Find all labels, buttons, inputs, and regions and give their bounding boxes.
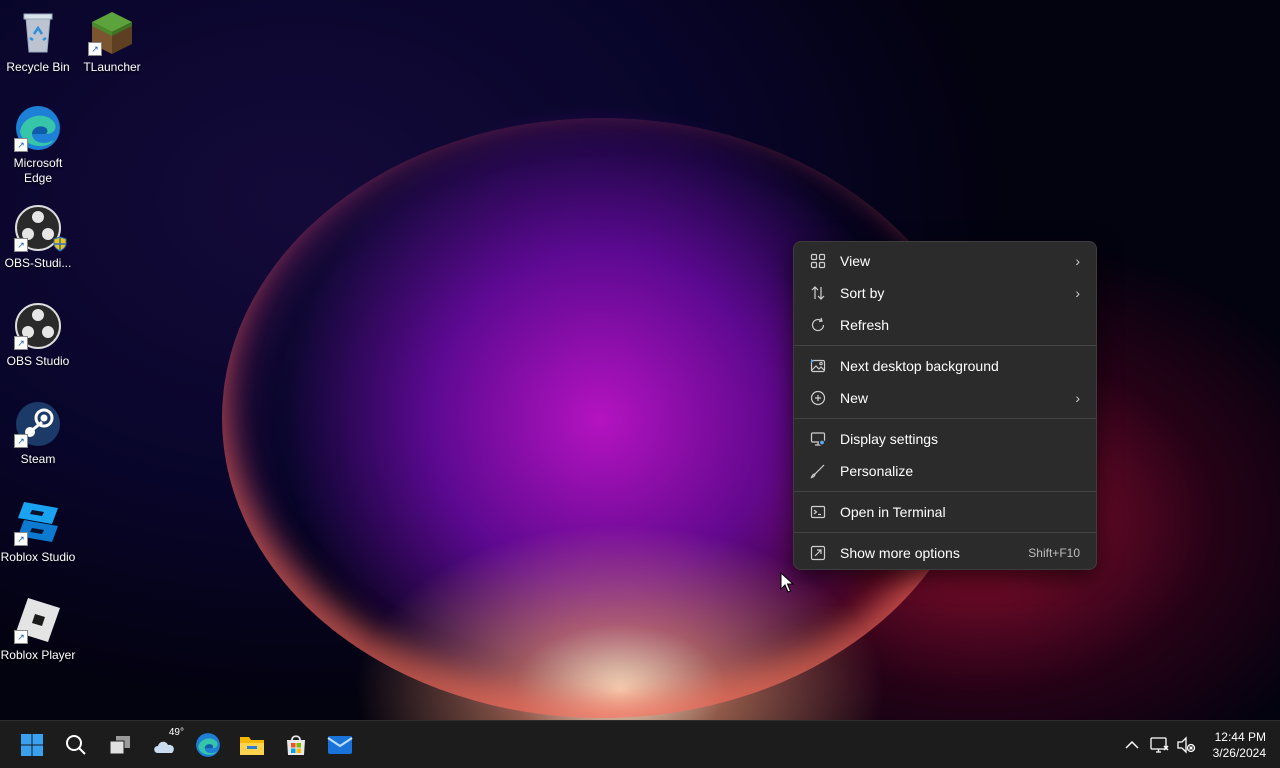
desktop-icon-obs-studio-admin[interactable]: ↗ OBS-Studi... — [0, 204, 76, 271]
menu-separator — [794, 418, 1096, 419]
store-icon — [287, 735, 305, 755]
recycle-bin-icon — [14, 8, 62, 56]
menu-item-display-settings[interactable]: Display settings — [798, 423, 1092, 455]
menu-item-next-desktop-background[interactable]: Next desktop background — [798, 350, 1092, 382]
menu-separator — [794, 491, 1096, 492]
shortcut-arrow-icon: ↗ — [14, 434, 28, 448]
taskbar-microsoft-store-button[interactable] — [280, 729, 312, 761]
desktop-icon-obs-studio[interactable]: ↗ OBS Studio — [0, 302, 76, 369]
volume-button[interactable] — [1172, 729, 1200, 761]
menu-item-label: Show more options — [840, 545, 960, 561]
chevron-right-icon: › — [1075, 285, 1080, 301]
chevron-up-icon — [1125, 740, 1139, 749]
menu-item-personalize[interactable]: Personalize — [798, 455, 1092, 487]
menu-item-shortcut: Shift+F10 — [1028, 546, 1080, 560]
taskbar-edge-button[interactable] — [192, 729, 224, 761]
terminal-icon — [810, 504, 826, 520]
shortcut-arrow-icon: ↗ — [88, 42, 102, 56]
clock-time: 12:44 PM — [1214, 730, 1266, 744]
desktop-icon-microsoft-edge[interactable]: ↗ Microsoft Edge — [0, 104, 76, 186]
desktop-icon-label: TLauncher — [83, 60, 141, 74]
desktop-icon-recycle-bin[interactable]: Recycle Bin — [0, 8, 76, 75]
menu-separator — [794, 532, 1096, 533]
desktop[interactable]: Recycle Bin ↗ TLauncher ↗ Microsoft Edge — [0, 0, 1280, 720]
desktop-icon-steam[interactable]: ↗ Steam — [0, 400, 76, 467]
desktop-icon-label: Roblox Studio — [0, 550, 76, 564]
task-view-icon — [109, 736, 130, 755]
menu-item-label: Refresh — [840, 317, 890, 333]
desktop-icon-label: Steam — [20, 452, 56, 466]
search-button[interactable] — [60, 729, 92, 761]
taskbar-mail-button[interactable] — [324, 729, 356, 761]
menu-item-open-in-terminal[interactable]: Open in Terminal — [798, 496, 1092, 528]
network-status-button[interactable] — [1146, 729, 1174, 761]
task-view-button[interactable] — [104, 729, 136, 761]
image-icon — [810, 358, 826, 374]
roblox-studio-icon: ↗ — [14, 498, 62, 546]
taskbar-file-explorer-button[interactable] — [236, 729, 268, 761]
shortcut-arrow-icon: ↗ — [14, 336, 28, 350]
monitor-icon — [810, 431, 826, 447]
menu-item-new[interactable]: New › — [798, 382, 1092, 414]
edge-icon — [196, 733, 220, 757]
menu-item-label: Display settings — [840, 431, 939, 447]
menu-item-label: New — [840, 390, 869, 406]
sort-icon — [810, 285, 826, 301]
brush-icon — [810, 463, 826, 479]
shortcut-arrow-icon: ↗ — [14, 138, 28, 152]
plus-circle-icon — [810, 390, 826, 406]
edge-icon: ↗ — [14, 104, 62, 152]
weather-temperature: 49° — [168, 727, 184, 738]
chevron-right-icon: › — [1075, 390, 1080, 406]
windows-logo-icon — [21, 734, 43, 756]
desktop-icon-roblox-studio[interactable]: ↗ Roblox Studio — [0, 498, 76, 565]
mail-icon — [327, 736, 353, 754]
menu-item-view[interactable]: View › — [798, 245, 1092, 277]
shortcut-arrow-icon: ↗ — [14, 532, 28, 546]
menu-item-label: Open in Terminal — [840, 504, 946, 520]
network-icon — [1150, 737, 1169, 753]
desktop-icon-label: Roblox Player — [0, 648, 76, 662]
menu-item-label: Sort by — [840, 285, 885, 301]
show-hidden-icons-button[interactable] — [1118, 729, 1146, 761]
menu-item-show-more-options[interactable]: Show more options Shift+F10 — [798, 537, 1092, 569]
menu-item-label: Next desktop background — [840, 358, 999, 374]
menu-separator — [794, 345, 1096, 346]
desktop-icon-label: OBS Studio — [6, 354, 70, 368]
cloudy-weather-icon — [154, 741, 174, 753]
roblox-player-icon: ↗ — [14, 596, 62, 644]
obs-icon: ↗ — [14, 204, 67, 252]
more-options-icon — [810, 545, 826, 561]
desktop-icon-label: Recycle Bin — [6, 60, 70, 74]
shortcut-arrow-icon: ↗ — [14, 630, 28, 644]
menu-item-label: View — [840, 253, 871, 269]
desktop-context-menu: View › Sort by › Refresh Next desktop ba… — [793, 241, 1097, 570]
uac-shield-icon — [52, 236, 68, 252]
menu-item-label: Personalize — [840, 463, 914, 479]
menu-item-refresh[interactable]: Refresh — [798, 309, 1092, 341]
desktop-icon-roblox-player[interactable]: ↗ Roblox Player — [0, 596, 76, 663]
desktop-icon-label: OBS-Studi... — [4, 256, 72, 270]
shortcut-arrow-icon: ↗ — [14, 238, 28, 252]
minecraft-grass-block-icon: ↗ — [88, 8, 136, 56]
menu-item-sort-by[interactable]: Sort by › — [798, 277, 1092, 309]
steam-icon: ↗ — [14, 400, 62, 448]
desktop-icon-label: Microsoft Edge — [13, 156, 63, 185]
desktop-icon-tlauncher[interactable]: ↗ TLauncher — [74, 8, 150, 75]
chevron-right-icon: › — [1075, 253, 1080, 269]
taskbar-clock[interactable]: 12:44 PM 3/26/2024 — [1213, 729, 1266, 761]
refresh-icon — [810, 317, 826, 333]
mouse-cursor-icon — [780, 571, 795, 599]
obs-icon: ↗ — [14, 302, 62, 350]
taskbar: 49° 12:44 PM 3/26/2024 — [0, 720, 1280, 768]
clock-date: 3/26/2024 — [1212, 746, 1266, 760]
grid-icon — [810, 253, 826, 269]
folder-icon — [240, 737, 264, 755]
widgets-weather-button[interactable]: 49° — [148, 727, 184, 761]
search-icon — [66, 735, 86, 755]
speaker-muted-icon — [1177, 736, 1196, 754]
start-button[interactable] — [16, 729, 48, 761]
